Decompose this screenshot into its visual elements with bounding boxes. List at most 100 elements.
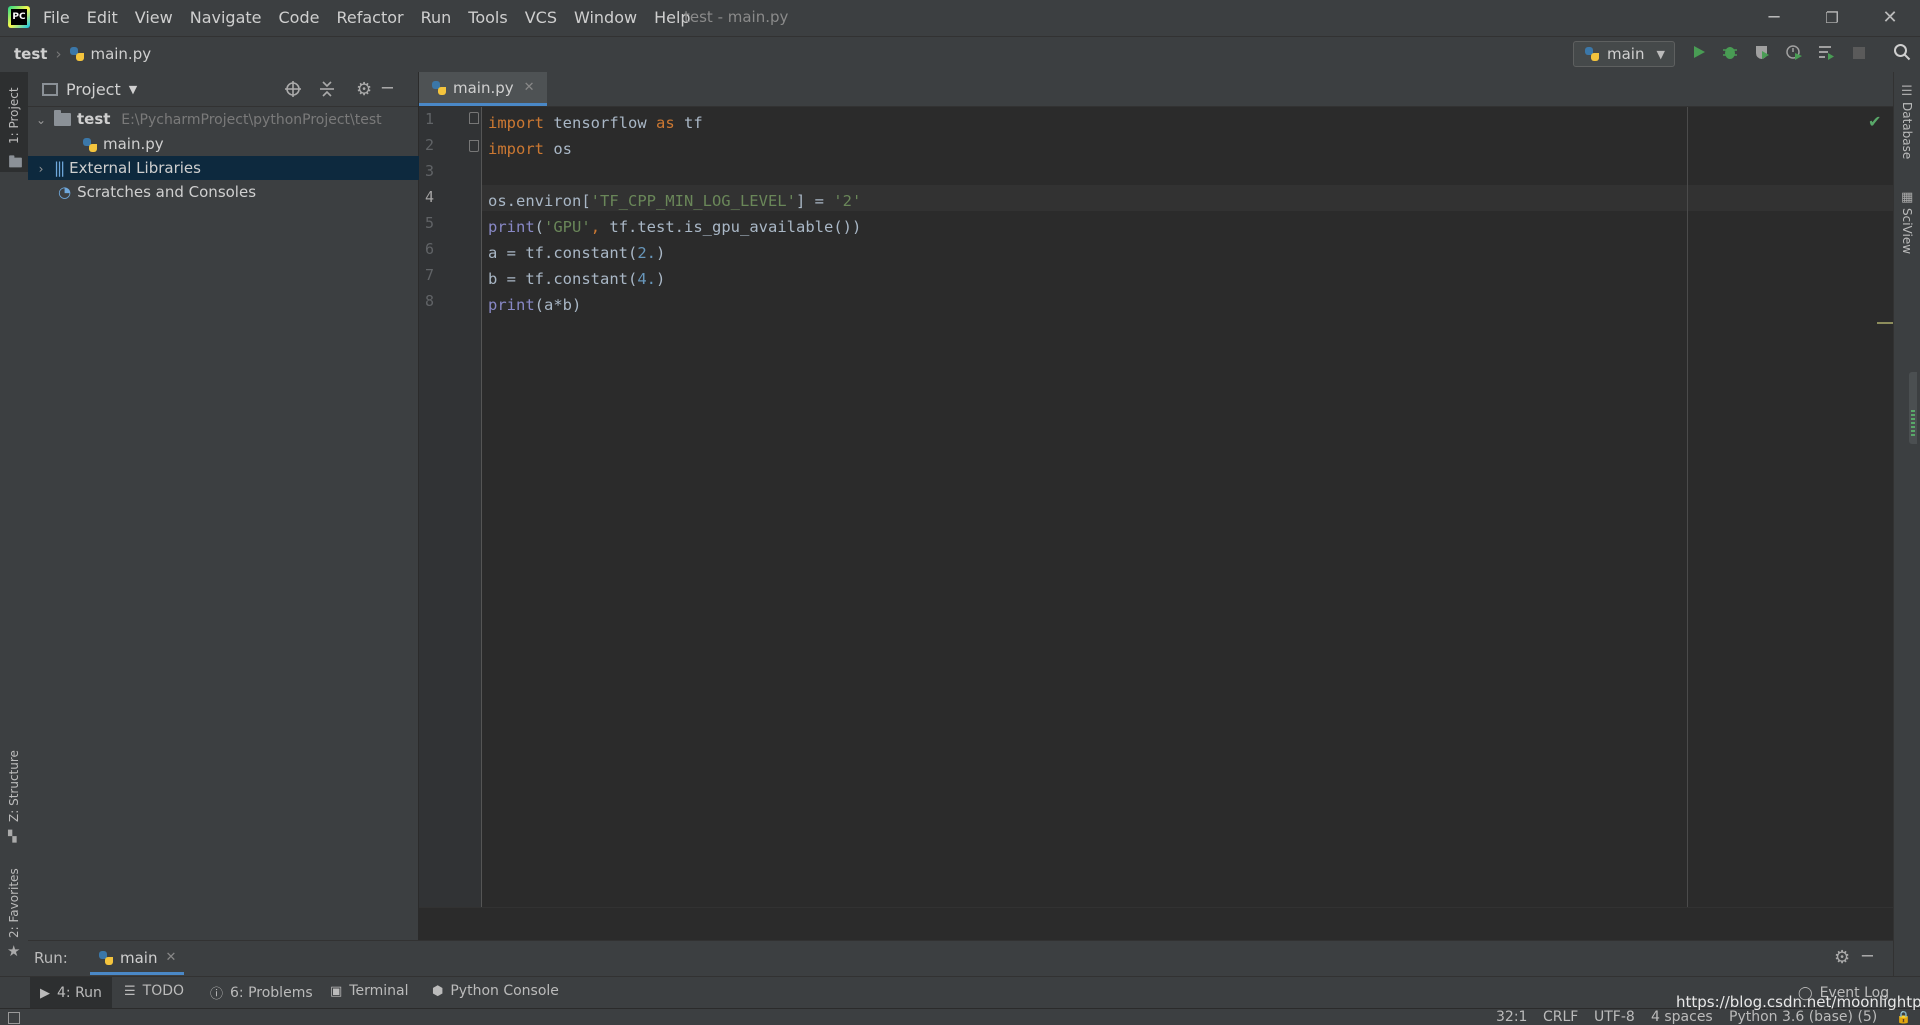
code-token: (: [534, 218, 545, 236]
close-tab-icon[interactable]: ✕: [524, 80, 535, 95]
coverage-icon[interactable]: [1750, 43, 1774, 67]
gear-icon[interactable]: ⚙: [1834, 947, 1850, 968]
python-icon: [1584, 46, 1600, 62]
gear-icon[interactable]: ⚙: [356, 79, 372, 100]
tool-tab-python-console[interactable]: ⬢ Python Console: [432, 983, 559, 999]
line-number: 8: [425, 292, 435, 310]
fold-marker-icon[interactable]: [469, 140, 479, 152]
python-interpreter[interactable]: Python 3.6 (base) (5): [1729, 1009, 1877, 1025]
run-configuration-select[interactable]: main ▼: [1573, 41, 1675, 67]
chevron-right-icon[interactable]: ›: [34, 157, 48, 181]
chevron-down-icon: ▼: [1656, 47, 1665, 61]
hide-icon[interactable]: ─: [382, 78, 393, 99]
code-line[interactable]: print('GPU', tf.test.is_gpu_available()): [488, 214, 861, 240]
database-tool-button[interactable]: Database: [1900, 102, 1914, 159]
code-line[interactable]: import tensorflow as tf: [488, 110, 703, 136]
tab-main-py[interactable]: main.py ✕: [419, 72, 547, 106]
code-token: tf: [674, 114, 703, 132]
locate-icon[interactable]: [284, 80, 302, 102]
tree-label: External Libraries: [69, 159, 201, 177]
memory-bars-icon: [1911, 410, 1915, 438]
search-icon[interactable]: [1890, 43, 1914, 67]
tree-item-project-root[interactable]: ⌄ test E:\PycharmProject\pythonProject\te…: [28, 107, 424, 131]
menu-refactor[interactable]: Refactor: [336, 8, 403, 27]
menu-run[interactable]: Run: [421, 8, 452, 27]
pycharm-logo-icon: PC: [8, 6, 30, 28]
editor-bottom-area: [419, 907, 1893, 941]
run-panel: Run: main ✕ ⚙ ─: [28, 940, 1893, 977]
terminal-icon: ▣: [330, 983, 343, 999]
code-line[interactable]: import os: [488, 136, 572, 162]
menu-tools[interactable]: Tools: [468, 8, 507, 27]
close-tab-icon[interactable]: ✕: [165, 950, 176, 965]
sciview-icon: ▦: [1901, 190, 1914, 205]
breadcrumb-project[interactable]: test: [14, 45, 47, 63]
code-token: b = tf.constant(: [488, 270, 638, 288]
tool-tab-label: Terminal: [349, 983, 409, 999]
run-tab-main[interactable]: main ✕: [90, 943, 185, 975]
code-line[interactable]: a = tf.constant(2.): [488, 240, 665, 266]
menu-vcs[interactable]: VCS: [525, 8, 557, 27]
tool-tab-label: 4: Run: [57, 985, 102, 1001]
code-line[interactable]: b = tf.constant(4.): [488, 266, 665, 292]
tree-item-scratches[interactable]: ◔ Scratches and Consoles: [28, 180, 448, 204]
line-number: 2: [425, 136, 435, 154]
menu-file[interactable]: File: [43, 8, 70, 27]
star-icon: ★: [7, 942, 21, 960]
run-tab-label: main: [120, 948, 158, 967]
tool-tab-terminal[interactable]: ▣ Terminal: [330, 983, 408, 999]
sciview-tool-button[interactable]: SciView: [1900, 208, 1914, 254]
project-tool-button[interactable]: 1: Project: [0, 72, 28, 172]
menu-code[interactable]: Code: [279, 8, 320, 27]
logo-text: PC: [11, 9, 27, 25]
menu-edit[interactable]: Edit: [87, 8, 118, 27]
chevron-down-icon[interactable]: ⌄: [34, 108, 48, 132]
indent-setting[interactable]: 4 spaces: [1651, 1009, 1713, 1025]
hide-icon[interactable]: ─: [1862, 946, 1873, 967]
memory-indicator[interactable]: [1909, 372, 1917, 444]
tree-item-external-libraries[interactable]: › ||| External Libraries: [28, 156, 424, 180]
left-tool-strip: 1: Project Z: Structure ▚ 2: Favorites ★: [0, 72, 29, 1012]
code-line[interactable]: print(a*b): [488, 292, 581, 318]
python-file-icon: [431, 80, 447, 96]
code-editor[interactable]: import tensorflow as tf import os os.envir…: [482, 107, 1893, 907]
breadcrumb-file[interactable]: main.py: [90, 45, 151, 63]
python-file-icon: [69, 46, 85, 62]
menu-window[interactable]: Window: [574, 8, 637, 27]
tool-tab-run[interactable]: ▶ 4: Run: [30, 977, 112, 1009]
tool-tab-problems[interactable]: ⓘ 6: Problems: [210, 983, 313, 1003]
caret-position[interactable]: 32:1: [1496, 1009, 1527, 1025]
lock-icon[interactable]: 🔒: [1896, 1009, 1911, 1025]
close-button[interactable]: ✕: [1870, 4, 1910, 32]
file-encoding[interactable]: UTF-8: [1594, 1009, 1635, 1025]
concurrency-icon[interactable]: [1814, 43, 1838, 67]
structure-icon: ▚: [8, 830, 17, 843]
project-view-select[interactable]: Project ▼: [42, 80, 137, 99]
project-window-icon: [42, 83, 58, 96]
menu-view[interactable]: View: [135, 8, 173, 27]
debug-icon[interactable]: [1718, 43, 1742, 67]
profile-icon[interactable]: [1782, 43, 1806, 67]
run-icon[interactable]: [1687, 43, 1711, 67]
stop-icon[interactable]: [1847, 43, 1871, 67]
tool-window-bar: ▶ 4: Run ☰ TODO ⓘ 6: Problems ▣ Terminal…: [0, 976, 1920, 1009]
collapse-all-icon[interactable]: [318, 80, 336, 102]
minimize-button[interactable]: ─: [1754, 4, 1794, 32]
line-separator[interactable]: CRLF: [1543, 1009, 1578, 1025]
menu-navigate[interactable]: Navigate: [190, 8, 262, 27]
favorites-tool-button[interactable]: 2: Favorites: [7, 868, 21, 938]
tree-item-main-py[interactable]: main.py: [28, 132, 472, 156]
code-token: ): [655, 244, 666, 262]
code-line[interactable]: os.environ['TF_CPP_MIN_LOG_LEVEL'] = '2': [488, 188, 861, 214]
editor-tab-bar: main.py ✕: [419, 72, 1893, 107]
code-token: print: [488, 296, 535, 314]
project-title: Project: [66, 80, 121, 99]
code-token: ] =: [795, 192, 834, 210]
fold-marker-icon[interactable]: [469, 112, 479, 124]
restore-button[interactable]: ❐: [1812, 4, 1852, 32]
structure-tool-button[interactable]: Z: Structure: [7, 750, 21, 822]
warning-stripe[interactable]: [1877, 322, 1893, 324]
toggle-tool-windows-icon[interactable]: [8, 1012, 20, 1024]
tree-label: Scratches and Consoles: [77, 183, 257, 201]
tool-tab-todo[interactable]: ☰ TODO: [124, 983, 184, 999]
